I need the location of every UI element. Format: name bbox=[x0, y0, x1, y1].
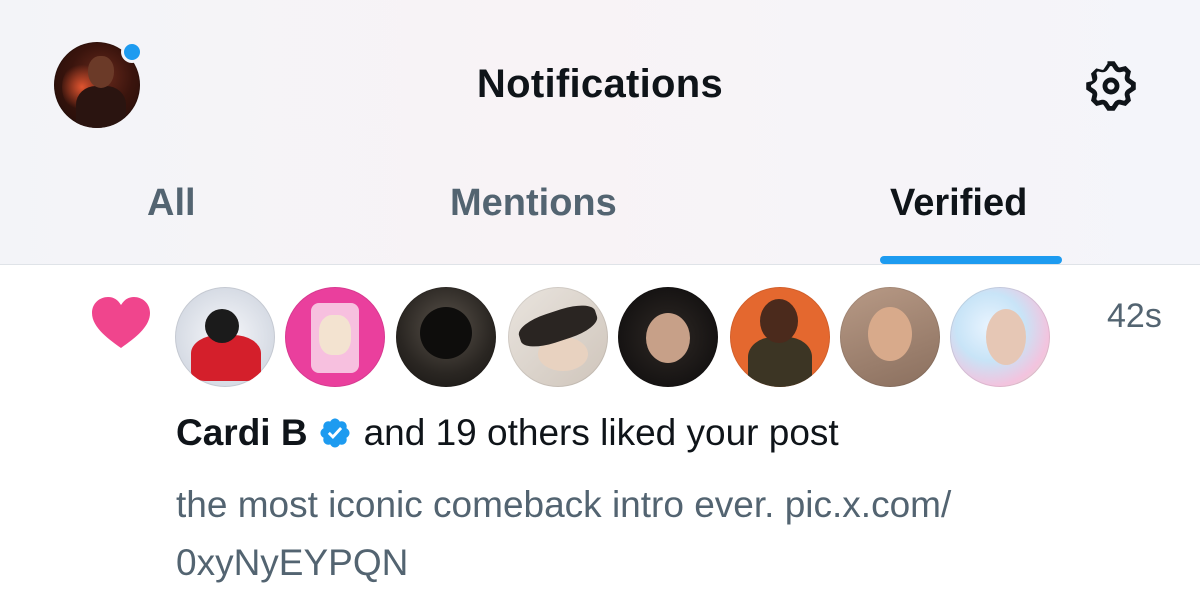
notifications-header: Notifications All Mentions Verified bbox=[0, 0, 1200, 265]
gear-icon bbox=[1086, 61, 1136, 111]
avatar[interactable] bbox=[730, 287, 830, 387]
avatar[interactable] bbox=[396, 287, 496, 387]
tab-verified[interactable]: Verified bbox=[890, 182, 1027, 225]
tab-all[interactable]: All bbox=[147, 182, 196, 225]
avatar-photo-shape bbox=[868, 307, 912, 361]
avatar-photo-shape bbox=[420, 307, 472, 359]
avatar-photo-shape bbox=[748, 337, 812, 387]
post-preview-text[interactable]: the most iconic comeback intro ever. pic… bbox=[176, 476, 1136, 592]
settings-button[interactable] bbox=[1082, 57, 1140, 115]
avatar[interactable] bbox=[618, 287, 718, 387]
avatar-photo-shape bbox=[646, 313, 690, 363]
unread-indicator-dot bbox=[121, 41, 143, 63]
page-title: Notifications bbox=[476, 62, 724, 106]
verified-badge-icon bbox=[320, 418, 350, 448]
notification-summary: Cardi B and 19 others liked your post bbox=[176, 412, 839, 454]
avatar[interactable] bbox=[950, 287, 1050, 387]
avatar-photo-shape bbox=[760, 299, 798, 343]
avatar-photo-shape bbox=[986, 309, 1026, 365]
avatar-photo-shape bbox=[205, 309, 239, 343]
avatar[interactable] bbox=[285, 287, 385, 387]
notification-action-text: and 19 others liked your post bbox=[363, 412, 839, 453]
avatar[interactable] bbox=[508, 287, 608, 387]
avatar-photo-shape bbox=[319, 315, 351, 355]
avatar[interactable] bbox=[840, 287, 940, 387]
tab-mentions[interactable]: Mentions bbox=[450, 182, 617, 225]
notification-timestamp: 42s bbox=[1107, 297, 1162, 335]
active-tab-indicator bbox=[880, 256, 1062, 264]
heart-icon bbox=[92, 297, 150, 348]
actor-name[interactable]: Cardi B bbox=[176, 412, 308, 454]
avatar[interactable] bbox=[175, 287, 275, 387]
